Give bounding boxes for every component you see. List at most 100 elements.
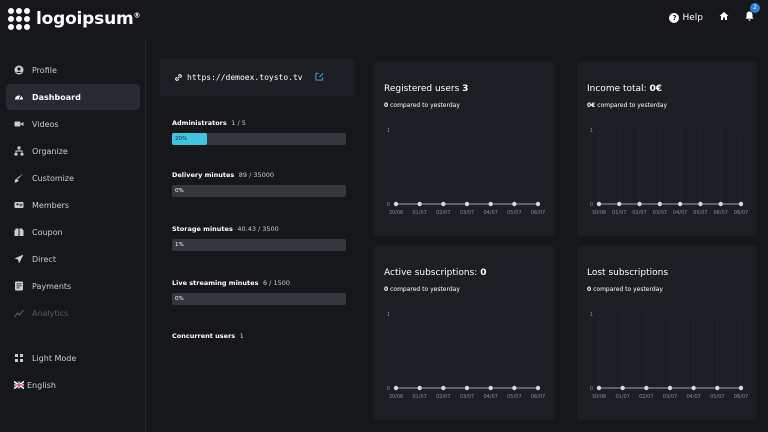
x-tick-label: 06/07 <box>734 394 748 400</box>
sitemap-icon <box>14 146 24 156</box>
data-point <box>535 385 541 391</box>
video-camera-icon <box>14 121 24 127</box>
sidebar-item-dashboard[interactable]: Dashboard <box>6 84 140 110</box>
data-point <box>393 201 399 207</box>
x-tick-label: 03/07 <box>653 210 667 216</box>
top-bar: logoipsum® ? Help 2 <box>0 0 768 40</box>
card-active-subscriptions: Active subscriptions: 0 0 compared to ye… <box>374 246 554 420</box>
y-tick-label: 0 <box>590 386 593 392</box>
y-tick-label: 0 <box>590 202 593 208</box>
channel-url[interactable]: https://demoex.toysto.tv <box>187 73 303 82</box>
x-tick-label: 06/07 <box>531 394 545 400</box>
x-tick-label: 01/07 <box>412 210 426 216</box>
lost-subscriptions-chart: 1 0 30/06 01/07 02/07 03/07 04/07 05/07 06/07 <box>590 312 748 400</box>
progress-text: 0% <box>175 188 184 194</box>
progress-text: 1% <box>175 242 184 248</box>
progress-bar: 0% <box>172 293 346 305</box>
home-icon <box>719 12 729 20</box>
data-point <box>464 201 470 207</box>
data-point <box>617 201 622 207</box>
data-point <box>512 385 517 391</box>
data-point <box>535 201 541 207</box>
x-tick-label: 01/07 <box>412 394 426 400</box>
x-tick-label: 05/07 <box>507 210 521 216</box>
progress-bar: 20% <box>172 133 346 145</box>
x-tick-label: 03/07 <box>663 394 677 400</box>
x-tick-label: 05/07 <box>710 394 724 400</box>
x-tick-label: 30/06 <box>389 394 403 400</box>
quota-delivery-minutes: Delivery minutes 89 / 35000 0% <box>172 171 348 197</box>
brush-icon <box>14 174 23 183</box>
progress-text: 20% <box>175 136 188 142</box>
x-tick-label: 04/07 <box>686 394 700 400</box>
data-point <box>596 201 602 207</box>
quota-live-streaming-minutes: Live streaming minutes 6 / 1500 0% <box>172 279 348 305</box>
data-point <box>441 201 446 207</box>
data-point <box>738 385 744 391</box>
help-button[interactable]: ? Help <box>669 12 703 23</box>
y-tick-label: 1 <box>590 312 593 318</box>
help-icon: ? <box>669 12 680 23</box>
link-icon <box>175 73 182 81</box>
sidebar-item-customize[interactable]: Customize <box>6 165 140 191</box>
card-lost-subscriptions: Lost subscriptions 0 compared to yesterd… <box>577 246 757 420</box>
x-tick-label: 01/07 <box>615 394 629 400</box>
progress-text: 0% <box>175 296 184 302</box>
x-tick-label: 01/07 <box>612 210 626 216</box>
data-point <box>637 201 642 207</box>
x-tick-label: 30/06 <box>592 210 606 216</box>
sidebar-item-profile[interactable]: Profile <box>6 57 140 83</box>
sidebar-item-payments[interactable]: Payments <box>6 273 140 299</box>
progress-bar: 0% <box>172 185 346 197</box>
user-circle-icon <box>14 65 24 75</box>
y-tick-label: 1 <box>387 128 390 134</box>
language-selector[interactable]: English <box>6 372 140 398</box>
y-tick-label: 0 <box>387 386 390 392</box>
x-tick-label: 06/07 <box>734 210 748 216</box>
x-tick-label: 03/07 <box>460 394 474 400</box>
logo-icon <box>8 8 30 30</box>
data-point <box>620 385 625 391</box>
light-mode-toggle[interactable]: Light Mode <box>6 345 140 371</box>
channel-url-card: https://demoex.toysto.tv <box>160 58 354 96</box>
sidebar-item-coupon[interactable]: Coupon <box>6 219 140 245</box>
data-point <box>698 201 703 207</box>
x-tick-label: 05/07 <box>693 210 707 216</box>
income-total-chart: 1 0 30/06 01/07 02/07 03/07 04/07 05/07 06/07 06/… <box>590 128 748 216</box>
notifications-button[interactable]: 2 <box>745 3 760 24</box>
logo-text: logoipsum® <box>36 9 141 29</box>
sidebar-item-organize[interactable]: Organize <box>6 138 140 164</box>
logo[interactable]: logoipsum® <box>8 8 141 30</box>
sidebar-item-videos[interactable]: Videos <box>6 111 140 137</box>
data-point <box>488 385 493 391</box>
x-tick-label: 05/07 <box>507 394 521 400</box>
card-income-total: Income total: 0€ 0€ compared to yesterda… <box>577 62 757 236</box>
y-tick-label: 1 <box>387 312 390 318</box>
quota-administrators: Administrators 1 / 5 20% <box>172 119 348 145</box>
dashboard-icon <box>15 95 23 100</box>
active-subscriptions-chart: 1 0 30/06 01/07 02/07 03/07 04/07 05/07 06/07 <box>387 312 545 400</box>
sidebar-item-direct[interactable]: Direct <box>6 246 140 272</box>
x-tick-label: 04/07 <box>483 394 497 400</box>
coupon-icon <box>14 228 24 236</box>
home-button[interactable] <box>719 11 729 24</box>
sidebar-item-members[interactable]: Members <box>6 192 140 218</box>
notification-badge: 2 <box>750 3 760 13</box>
x-tick-label: 06/07 <box>531 210 545 216</box>
x-tick-label: 03/07 <box>460 210 474 216</box>
data-point <box>393 385 399 391</box>
quota-storage-minutes: Storage minutes 40.43 / 3500 1% <box>172 225 348 251</box>
data-point <box>417 385 422 391</box>
x-tick-label: 30/06 <box>389 210 403 216</box>
send-icon <box>14 254 24 264</box>
sidebar: Profile Dashboard Videos Organize Custom… <box>0 40 146 432</box>
x-tick-label: 02/07 <box>436 210 450 216</box>
x-tick-label: 30/06 <box>592 394 606 400</box>
data-point <box>715 385 720 391</box>
data-point <box>718 201 723 207</box>
edit-icon[interactable] <box>315 72 324 83</box>
uk-flag-icon <box>14 380 24 390</box>
data-point <box>512 201 517 207</box>
registered-users-chart: 1 0 30/06 01/07 02/07 03/07 04/07 05/07 06/07 <box>387 128 545 216</box>
y-tick-label: 0 <box>387 202 390 208</box>
